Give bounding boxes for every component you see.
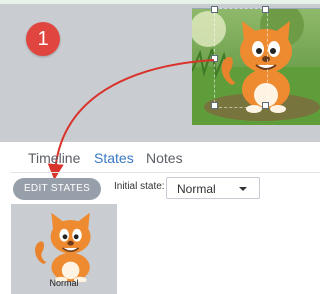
state-thumbnail-normal[interactable]: Normal	[11, 204, 117, 294]
cat-character-icon	[35, 212, 91, 284]
resize-handle[interactable]	[262, 102, 269, 109]
initial-state-label: Initial state:	[114, 181, 165, 192]
tab-states[interactable]: States	[94, 150, 134, 166]
initial-state-dropdown[interactable]: Normal	[166, 177, 260, 199]
tabs-divider	[10, 172, 320, 173]
tab-notes[interactable]: Notes	[146, 150, 183, 166]
resize-handle[interactable]	[211, 102, 218, 109]
resize-handle[interactable]	[211, 6, 218, 13]
tab-timeline[interactable]: Timeline	[28, 150, 80, 166]
state-label: Normal	[49, 278, 79, 288]
edit-states-button[interactable]: EDIT STATES	[13, 178, 101, 200]
resize-handle[interactable]	[262, 6, 269, 13]
selection-box	[214, 8, 268, 108]
initial-state-value: Normal	[177, 182, 216, 196]
top-strip	[0, 0, 320, 4]
chevron-down-icon	[239, 187, 247, 191]
resize-handle[interactable]	[211, 55, 218, 62]
step-number-badge: 1	[26, 22, 60, 56]
